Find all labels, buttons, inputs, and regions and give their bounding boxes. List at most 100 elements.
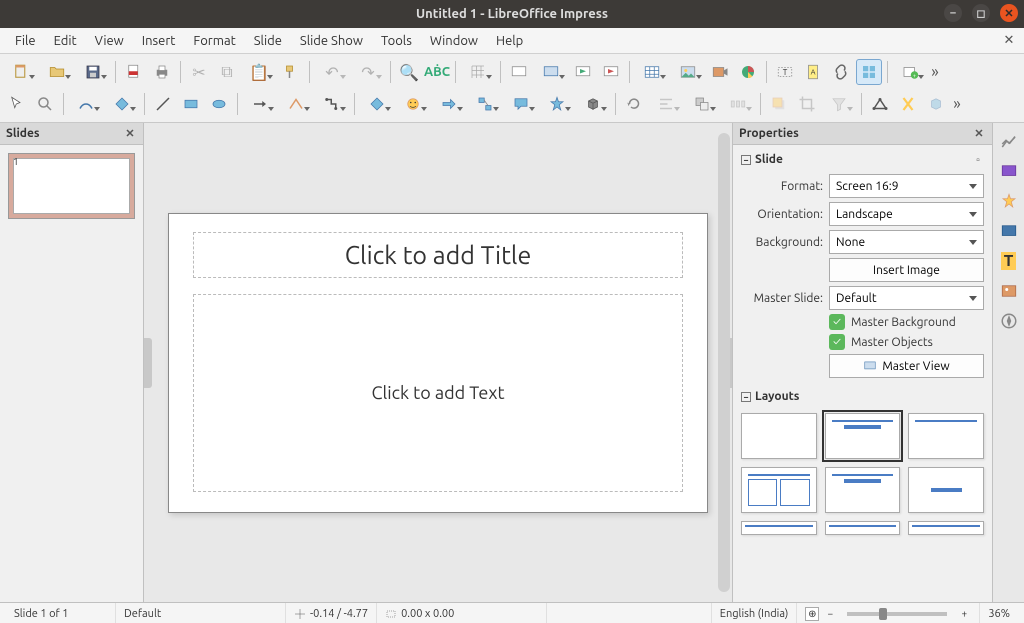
format-select[interactable]: Screen 16:9 xyxy=(829,174,984,198)
start-current-slide-button[interactable] xyxy=(598,59,624,85)
panel-collapse-handle-left[interactable] xyxy=(144,338,152,388)
collapse-icon[interactable]: − xyxy=(741,155,751,165)
master-slide-button[interactable] xyxy=(534,59,568,85)
orientation-select[interactable]: Landscape xyxy=(829,202,984,226)
zoom-out-button[interactable]: − xyxy=(823,607,837,621)
status-slide-indicator[interactable]: Slide 1 of 1 xyxy=(6,603,116,623)
layout-two-content[interactable] xyxy=(741,467,817,513)
clone-formatting-button[interactable] xyxy=(278,59,304,85)
menu-tools[interactable]: Tools xyxy=(372,31,421,51)
slide-transition-tab-button[interactable] xyxy=(997,159,1021,183)
checkbox-checked-icon[interactable]: ✓ xyxy=(829,314,845,330)
master-slide-select[interactable]: Default xyxy=(829,286,984,310)
master-view-button[interactable]: Master View xyxy=(829,354,984,378)
navigator-tab-button[interactable] xyxy=(997,309,1021,333)
slide-section-header[interactable]: − Slide ▫ xyxy=(741,149,984,170)
curves-polygons-button[interactable] xyxy=(279,91,313,117)
menu-insert[interactable]: Insert xyxy=(133,31,185,51)
new-slide-button[interactable]: + xyxy=(893,59,927,85)
animation-tab-button[interactable] xyxy=(997,189,1021,213)
properties-tab-button[interactable] xyxy=(997,129,1021,153)
styles-tab-button[interactable]: T xyxy=(997,249,1021,273)
arrange-button[interactable] xyxy=(685,91,719,117)
select-tool-button[interactable] xyxy=(4,91,30,117)
show-draw-functions-button[interactable] xyxy=(856,59,882,85)
menu-help[interactable]: Help xyxy=(487,31,532,51)
open-button[interactable] xyxy=(40,59,74,85)
basic-shapes-button[interactable] xyxy=(360,91,394,117)
gallery-tab-button[interactable] xyxy=(997,279,1021,303)
slide-thumbnail-list[interactable]: 1 xyxy=(0,145,143,602)
master-slides-tab-button[interactable] xyxy=(997,219,1021,243)
callouts-button[interactable] xyxy=(504,91,538,117)
insert-line-button[interactable] xyxy=(150,91,176,117)
export-pdf-button[interactable] xyxy=(121,59,147,85)
properties-panel-close-button[interactable]: ✕ xyxy=(972,127,986,141)
menu-file[interactable]: File xyxy=(6,31,45,51)
layout-partial-3[interactable] xyxy=(908,521,984,535)
insert-chart-button[interactable] xyxy=(735,59,761,85)
layout-centered-text[interactable] xyxy=(908,467,984,513)
background-select[interactable]: None xyxy=(829,230,984,254)
rectangle-button[interactable] xyxy=(178,91,204,117)
symbol-shapes-button[interactable] xyxy=(396,91,430,117)
3d-objects-button[interactable] xyxy=(576,91,610,117)
find-replace-button[interactable]: 🔍 xyxy=(396,59,422,85)
zoom-slider-thumb[interactable] xyxy=(879,608,887,620)
collapse-icon[interactable]: − xyxy=(741,392,751,402)
layout-title-content2[interactable] xyxy=(825,467,901,513)
lines-arrows-button[interactable] xyxy=(243,91,277,117)
insert-hyperlink-button[interactable] xyxy=(828,59,854,85)
flowchart-button[interactable] xyxy=(468,91,502,117)
section-more-options-button[interactable]: ▫ xyxy=(972,154,984,166)
block-arrows-button[interactable] xyxy=(432,91,466,117)
toggle-point-edit-button[interactable] xyxy=(867,91,893,117)
checkbox-checked-icon[interactable]: ✓ xyxy=(829,334,845,350)
fit-page-button[interactable]: ⊕ xyxy=(805,607,819,621)
layout-partial-2[interactable] xyxy=(825,521,901,535)
zoom-pan-button[interactable] xyxy=(32,91,58,117)
status-zoom-percent[interactable]: 36% xyxy=(980,603,1018,623)
insert-vertical-text-button[interactable]: A xyxy=(800,59,826,85)
insert-image-button[interactable] xyxy=(671,59,705,85)
window-minimize-button[interactable]: – xyxy=(944,4,962,22)
status-language[interactable]: English (India) xyxy=(712,603,798,623)
menu-slideshow[interactable]: Slide Show xyxy=(291,31,372,51)
close-document-button[interactable]: ✕ xyxy=(1000,31,1018,49)
master-background-checkbox-row[interactable]: ✓ Master Background xyxy=(829,314,984,330)
rotate-button[interactable] xyxy=(621,91,647,117)
connectors-button[interactable] xyxy=(315,91,349,117)
menu-window[interactable]: Window xyxy=(421,31,487,51)
menu-view[interactable]: View xyxy=(86,31,133,51)
zoom-slider[interactable] xyxy=(847,612,947,616)
display-grid-button[interactable] xyxy=(461,59,495,85)
menu-format[interactable]: Format xyxy=(184,31,244,51)
line-color-button[interactable] xyxy=(69,91,103,117)
master-objects-checkbox-row[interactable]: ✓ Master Objects xyxy=(829,334,984,350)
layout-title-only[interactable] xyxy=(908,413,984,459)
slide-panel-close-button[interactable]: ✕ xyxy=(123,127,137,141)
window-maximize-button[interactable]: ◻ xyxy=(972,4,990,22)
content-placeholder[interactable]: Click to add Text xyxy=(193,294,683,492)
vertical-scrollbar[interactable] xyxy=(718,133,730,592)
insert-textbox-button[interactable]: T xyxy=(772,59,798,85)
fill-color-button[interactable] xyxy=(105,91,139,117)
insert-av-button[interactable] xyxy=(707,59,733,85)
spelling-button[interactable]: AḂC xyxy=(424,59,450,85)
print-button[interactable] xyxy=(149,59,175,85)
insert-image-button[interactable]: Insert Image xyxy=(829,258,984,282)
save-button[interactable] xyxy=(76,59,110,85)
start-first-slide-button[interactable] xyxy=(570,59,596,85)
title-placeholder[interactable]: Click to add Title xyxy=(193,232,683,278)
toolbar-overflow-button[interactable]: » xyxy=(951,91,963,117)
slide-thumbnail[interactable]: 1 xyxy=(8,153,135,219)
slide-canvas[interactable]: Click to add Title Click to add Text xyxy=(168,213,708,513)
zoom-in-button[interactable]: + xyxy=(957,607,971,621)
slide-workspace[interactable]: Click to add Title Click to add Text xyxy=(144,123,732,602)
menu-slide[interactable]: Slide xyxy=(245,31,291,51)
glue-points-button[interactable] xyxy=(895,91,921,117)
new-button[interactable] xyxy=(4,59,38,85)
window-close-button[interactable]: ✕ xyxy=(1000,4,1018,22)
display-views-button[interactable] xyxy=(506,59,532,85)
ellipse-button[interactable] xyxy=(206,91,232,117)
